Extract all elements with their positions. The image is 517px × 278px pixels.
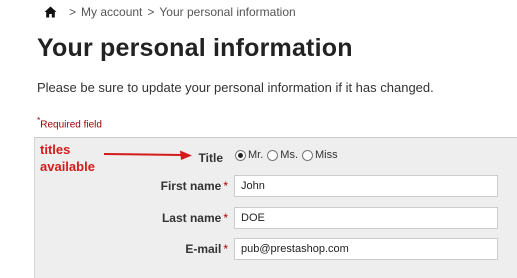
- email-label: E-mail *: [140, 242, 228, 256]
- intro-text: Please be sure to update your personal i…: [37, 80, 434, 95]
- email-input[interactable]: [234, 238, 498, 260]
- title-mr-radio[interactable]: [235, 149, 246, 161]
- title-ms-label[interactable]: Ms.: [280, 149, 298, 161]
- annotation-line-1: titles: [40, 142, 71, 157]
- required-star: *: [223, 179, 228, 193]
- breadcrumb-my-account-link[interactable]: My account: [81, 5, 142, 19]
- annotation-line-2: available: [40, 159, 95, 174]
- title-radio-group: Mr. Ms. Miss: [235, 149, 342, 161]
- annotation-note: titles available: [40, 141, 95, 175]
- required-star: *: [223, 242, 228, 256]
- first-name-input[interactable]: [234, 175, 498, 197]
- first-name-label: First name *: [140, 179, 228, 193]
- page-title: Your personal information: [37, 34, 353, 62]
- title-label: Title: [198, 151, 223, 165]
- last-name-label: Last name *: [140, 211, 228, 225]
- required-note-text: Required field: [40, 119, 102, 131]
- title-miss-radio[interactable]: [302, 149, 314, 161]
- breadcrumb-current: Your personal information: [159, 5, 296, 19]
- title-miss-label[interactable]: Miss: [315, 149, 338, 161]
- title-ms-radio[interactable]: [267, 149, 279, 161]
- required-star: *: [223, 211, 228, 225]
- first-name-label-text: First name: [160, 179, 222, 193]
- home-icon[interactable]: [44, 6, 57, 18]
- required-field-note: *Required field: [37, 115, 102, 130]
- email-label-text: E-mail: [185, 242, 222, 256]
- title-mr-label[interactable]: Mr.: [248, 149, 263, 161]
- last-name-label-text: Last name: [161, 211, 222, 225]
- breadcrumb-separator: >: [69, 5, 77, 19]
- breadcrumb-separator: >: [147, 5, 155, 19]
- breadcrumb: > My account > Your personal information: [44, 4, 296, 20]
- last-name-input[interactable]: [234, 207, 498, 229]
